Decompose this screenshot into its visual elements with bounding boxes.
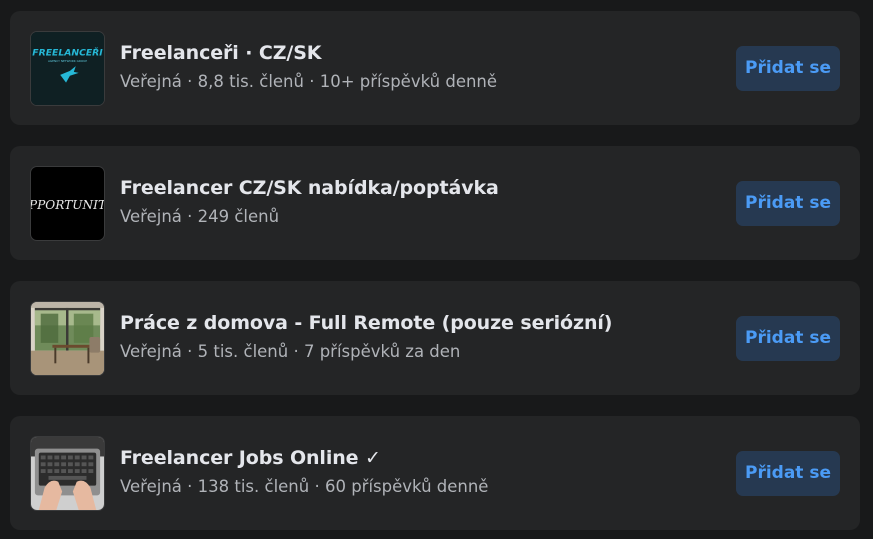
join-group-button[interactable]: Přidat se: [736, 46, 840, 91]
group-suggestions-list: FREELANCEŘI AGENCY NETWORK GROUP Freelan…: [0, 0, 873, 539]
opportunity-text-image: PPORTUNIT: [31, 167, 104, 240]
group-meta: Veřejná · 249 členů: [120, 207, 280, 226]
group-card[interactable]: PPORTUNIT Freelancer CZ/SK nabídka/poptá…: [10, 146, 860, 260]
group-cover-image[interactable]: PPORTUNIT: [30, 166, 105, 241]
group-meta: Veřejná · 5 tis. členů · 7 příspěvků za …: [120, 342, 461, 361]
group-title[interactable]: Freelancer CZ/SK nabídka/poptávka: [120, 177, 499, 199]
group-card[interactable]: Freelancer Jobs Online ✓ Veřejná · 138 t…: [10, 416, 860, 530]
group-cover-image[interactable]: [30, 301, 105, 376]
join-group-button[interactable]: Přidat se: [736, 181, 840, 226]
group-cover-image[interactable]: [30, 436, 105, 511]
freelanceri-logo-image: FREELANCEŘI AGENCY NETWORK GROUP: [31, 32, 104, 105]
home-office-photo: [31, 302, 104, 375]
group-card[interactable]: FREELANCEŘI AGENCY NETWORK GROUP Freelan…: [10, 11, 860, 125]
laptop-typing-photo: [31, 437, 104, 510]
group-title[interactable]: Freelanceři · CZ/SK: [120, 42, 322, 64]
logo-text: FREELANCEŘI: [32, 47, 103, 58]
group-card[interactable]: Práce z domova - Full Remote (pouze seri…: [10, 281, 860, 395]
group-meta: Veřejná · 8,8 tis. členů · 10+ příspěvků…: [120, 72, 498, 91]
join-group-button[interactable]: Přidat se: [736, 316, 840, 361]
group-meta: Veřejná · 138 tis. členů · 60 příspěvků …: [120, 477, 489, 496]
logo-subtext: AGENCY NETWORK GROUP: [48, 59, 87, 63]
group-title[interactable]: Práce z domova - Full Remote (pouze seri…: [120, 312, 612, 334]
group-cover-image[interactable]: FREELANCEŘI AGENCY NETWORK GROUP: [30, 31, 105, 106]
image-text: PPORTUNIT: [31, 198, 104, 212]
join-group-button[interactable]: Přidat se: [736, 451, 840, 496]
group-title[interactable]: Freelancer Jobs Online ✓: [120, 447, 381, 469]
